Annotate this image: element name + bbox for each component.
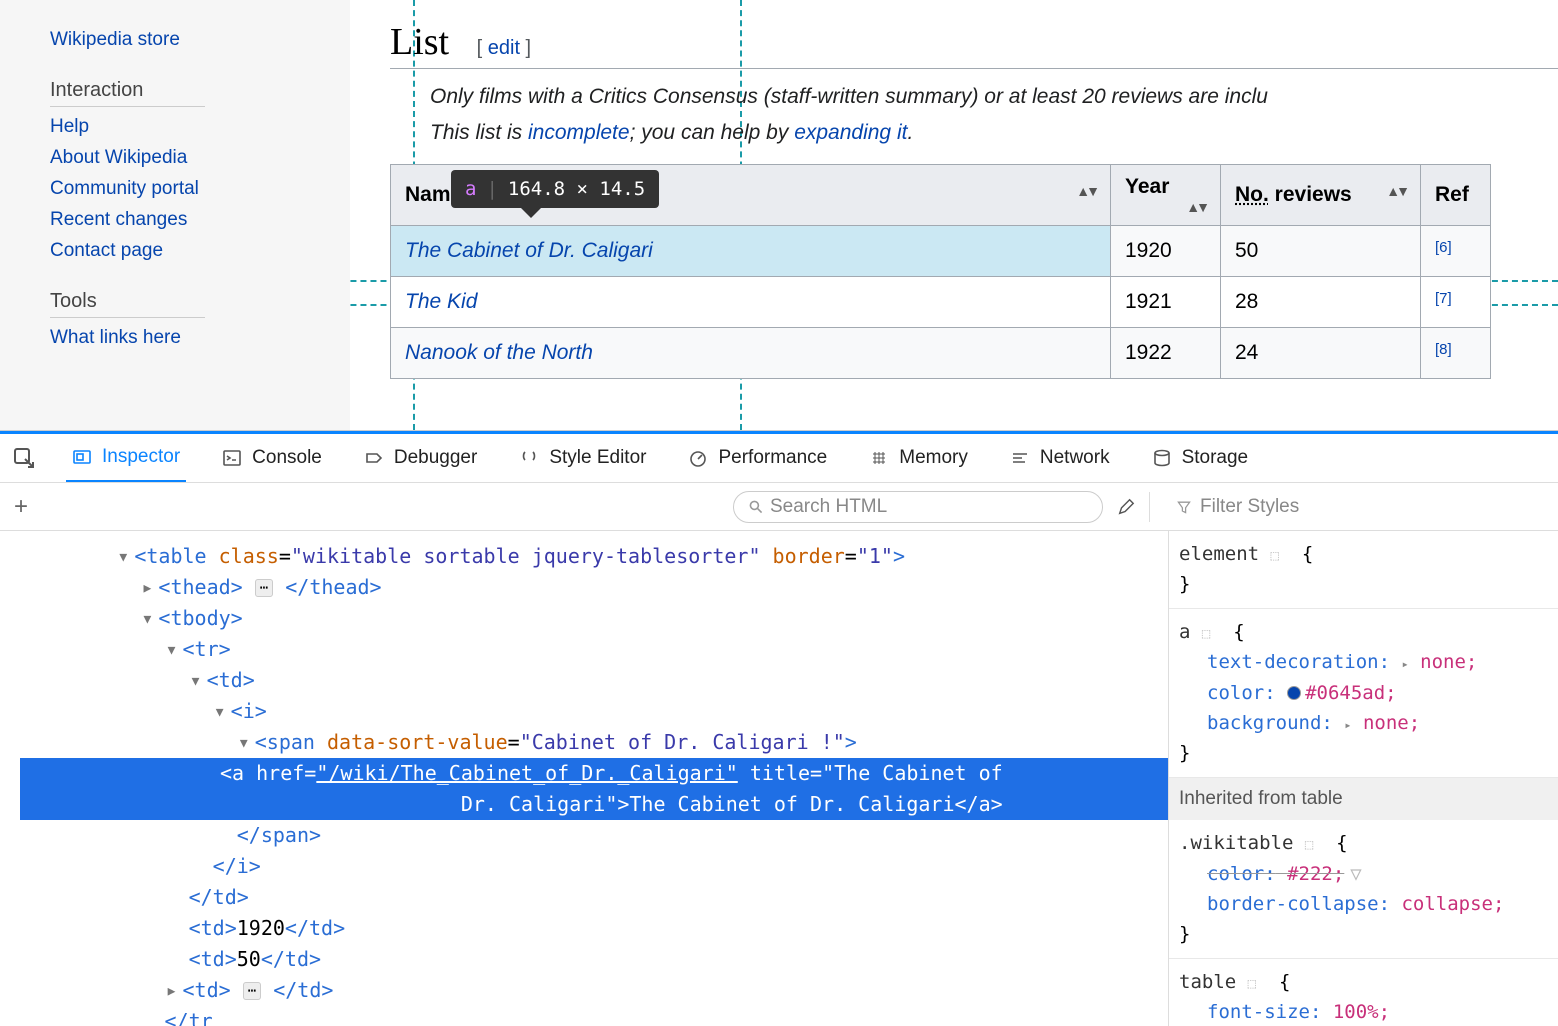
inspect-tooltip: a | 164.8 × 14.5 bbox=[451, 170, 659, 208]
cell-year: 1921 bbox=[1111, 277, 1221, 328]
sort-icon: ▲▼ bbox=[1186, 199, 1206, 215]
sort-icon: ▲▼ bbox=[1386, 183, 1406, 199]
filter-icon bbox=[1176, 499, 1192, 515]
rule-table: table ⬚ { font-size: 100%; bbox=[1169, 959, 1558, 1026]
edit-link[interactable]: edit bbox=[488, 37, 520, 59]
cell-year: 1920 bbox=[1111, 226, 1221, 277]
sidebar-link-contact[interactable]: Contact page bbox=[50, 240, 300, 262]
filter-indicator-icon: ▽ bbox=[1350, 863, 1361, 885]
sidebar-link-help[interactable]: Help bbox=[50, 116, 300, 138]
cell-year: 1922 bbox=[1111, 328, 1221, 379]
devtools-panel: Inspector Console Debugger Style Editor … bbox=[0, 430, 1558, 1026]
section-heading: List [ edit ] bbox=[390, 20, 1558, 69]
tab-inspector[interactable]: Inspector bbox=[66, 434, 186, 482]
incomplete-link[interactable]: incomplete bbox=[528, 121, 630, 144]
performance-icon bbox=[688, 448, 708, 468]
inline-icon: ⬚ bbox=[1271, 548, 1279, 564]
film-link[interactable]: The Cabinet of Dr. Caligari bbox=[405, 239, 653, 262]
style-editor-icon bbox=[519, 448, 539, 468]
tab-storage[interactable]: Storage bbox=[1146, 434, 1255, 482]
cell-ref: [6] bbox=[1421, 226, 1491, 277]
edit-section: [ edit ] bbox=[477, 37, 532, 59]
inherited-label: Inherited from table bbox=[1169, 778, 1558, 820]
inclusion-note: Only films with a Critics Consensus (sta… bbox=[430, 79, 1558, 150]
th-year[interactable]: Year▲▼ bbox=[1111, 165, 1221, 226]
devtools-toolbar: + Search HTML Filter Styles bbox=[0, 483, 1558, 531]
inline-icon: ⬚ bbox=[1202, 626, 1210, 642]
rule-element: element ⬚ {} bbox=[1169, 531, 1558, 609]
sidebar-link-community[interactable]: Community portal bbox=[50, 178, 300, 200]
storage-icon bbox=[1152, 448, 1172, 468]
filter-styles-input[interactable]: Filter Styles bbox=[1164, 496, 1544, 518]
devtools-tabs: Inspector Console Debugger Style Editor … bbox=[0, 431, 1558, 483]
film-link[interactable]: The Kid bbox=[405, 290, 477, 313]
debugger-icon bbox=[364, 448, 384, 468]
ref-link[interactable]: [7] bbox=[1435, 290, 1452, 307]
search-html-input[interactable]: Search HTML bbox=[733, 491, 1103, 523]
element-picker-icon[interactable] bbox=[12, 446, 36, 470]
cell-name: Nanook of the North bbox=[391, 328, 1111, 379]
sort-icon: ▲▼ bbox=[1076, 183, 1096, 199]
cell-reviews: 28 bbox=[1221, 277, 1421, 328]
styles-panel[interactable]: element ⬚ {} a ⬚ { text-decoration: ▸ no… bbox=[1168, 531, 1558, 1026]
cell-ref: [7] bbox=[1421, 277, 1491, 328]
selected-dom-node[interactable]: <a href="/wiki/The_Cabinet_of_Dr._Caliga… bbox=[20, 758, 1168, 820]
inspector-icon bbox=[72, 447, 92, 467]
article-content: List [ edit ] Only films with a Critics … bbox=[350, 0, 1558, 430]
tab-performance[interactable]: Performance bbox=[682, 434, 833, 482]
table-row: Nanook of the North 1922 24 [8] bbox=[391, 328, 1491, 379]
sidebar-link-store[interactable]: Wikipedia store bbox=[50, 29, 300, 51]
cell-reviews: 24 bbox=[1221, 328, 1421, 379]
edit-html-icon[interactable] bbox=[1117, 498, 1135, 516]
tab-style-editor[interactable]: Style Editor bbox=[513, 434, 652, 482]
expanding-link[interactable]: expanding it bbox=[794, 121, 907, 144]
cell-name: a | 164.8 × 14.5 The Cabinet of Dr. Cali… bbox=[391, 226, 1111, 277]
dom-tree[interactable]: ▾<table class="wikitable sortable jquery… bbox=[0, 531, 1168, 1026]
network-icon bbox=[1010, 448, 1030, 468]
memory-icon bbox=[869, 448, 889, 468]
ref-link[interactable]: [8] bbox=[1435, 341, 1452, 358]
th-ref: Ref bbox=[1421, 165, 1491, 226]
rule-wikitable: .wikitable ⬚ { color: #222;▽ border-coll… bbox=[1169, 820, 1558, 959]
console-icon bbox=[222, 448, 242, 468]
tab-memory[interactable]: Memory bbox=[863, 434, 974, 482]
ref-link[interactable]: [6] bbox=[1435, 239, 1452, 256]
tab-debugger[interactable]: Debugger bbox=[358, 434, 483, 482]
table-row: a | 164.8 × 14.5 The Cabinet of Dr. Cali… bbox=[391, 226, 1491, 277]
table-row: The Kid 1921 28 [7] bbox=[391, 277, 1491, 328]
sidebar-link-about[interactable]: About Wikipedia bbox=[50, 147, 300, 169]
cell-name: The Kid bbox=[391, 277, 1111, 328]
new-node-button[interactable]: + bbox=[14, 493, 28, 521]
search-icon bbox=[748, 499, 764, 515]
tab-console[interactable]: Console bbox=[216, 434, 328, 482]
section-title: List bbox=[390, 21, 449, 63]
sidebar-section-tools: Tools bbox=[50, 290, 205, 318]
cell-ref: [8] bbox=[1421, 328, 1491, 379]
sidebar-link-recent[interactable]: Recent changes bbox=[50, 209, 300, 231]
sidebar-link-whatlinks[interactable]: What links here bbox=[50, 327, 300, 349]
sidebar-section-interaction: Interaction bbox=[50, 79, 205, 107]
wikipedia-sidebar: Wikipedia store Interaction Help About W… bbox=[0, 0, 350, 430]
films-table: Name▲▼ Year▲▼ No. reviews▲▼ Ref a | 164.… bbox=[390, 164, 1491, 379]
tab-network[interactable]: Network bbox=[1004, 434, 1116, 482]
rule-a: a ⬚ { text-decoration: ▸ none; color: #0… bbox=[1169, 609, 1558, 778]
th-reviews[interactable]: No. reviews▲▼ bbox=[1221, 165, 1421, 226]
cell-reviews: 50 bbox=[1221, 226, 1421, 277]
film-link[interactable]: Nanook of the North bbox=[405, 341, 593, 364]
